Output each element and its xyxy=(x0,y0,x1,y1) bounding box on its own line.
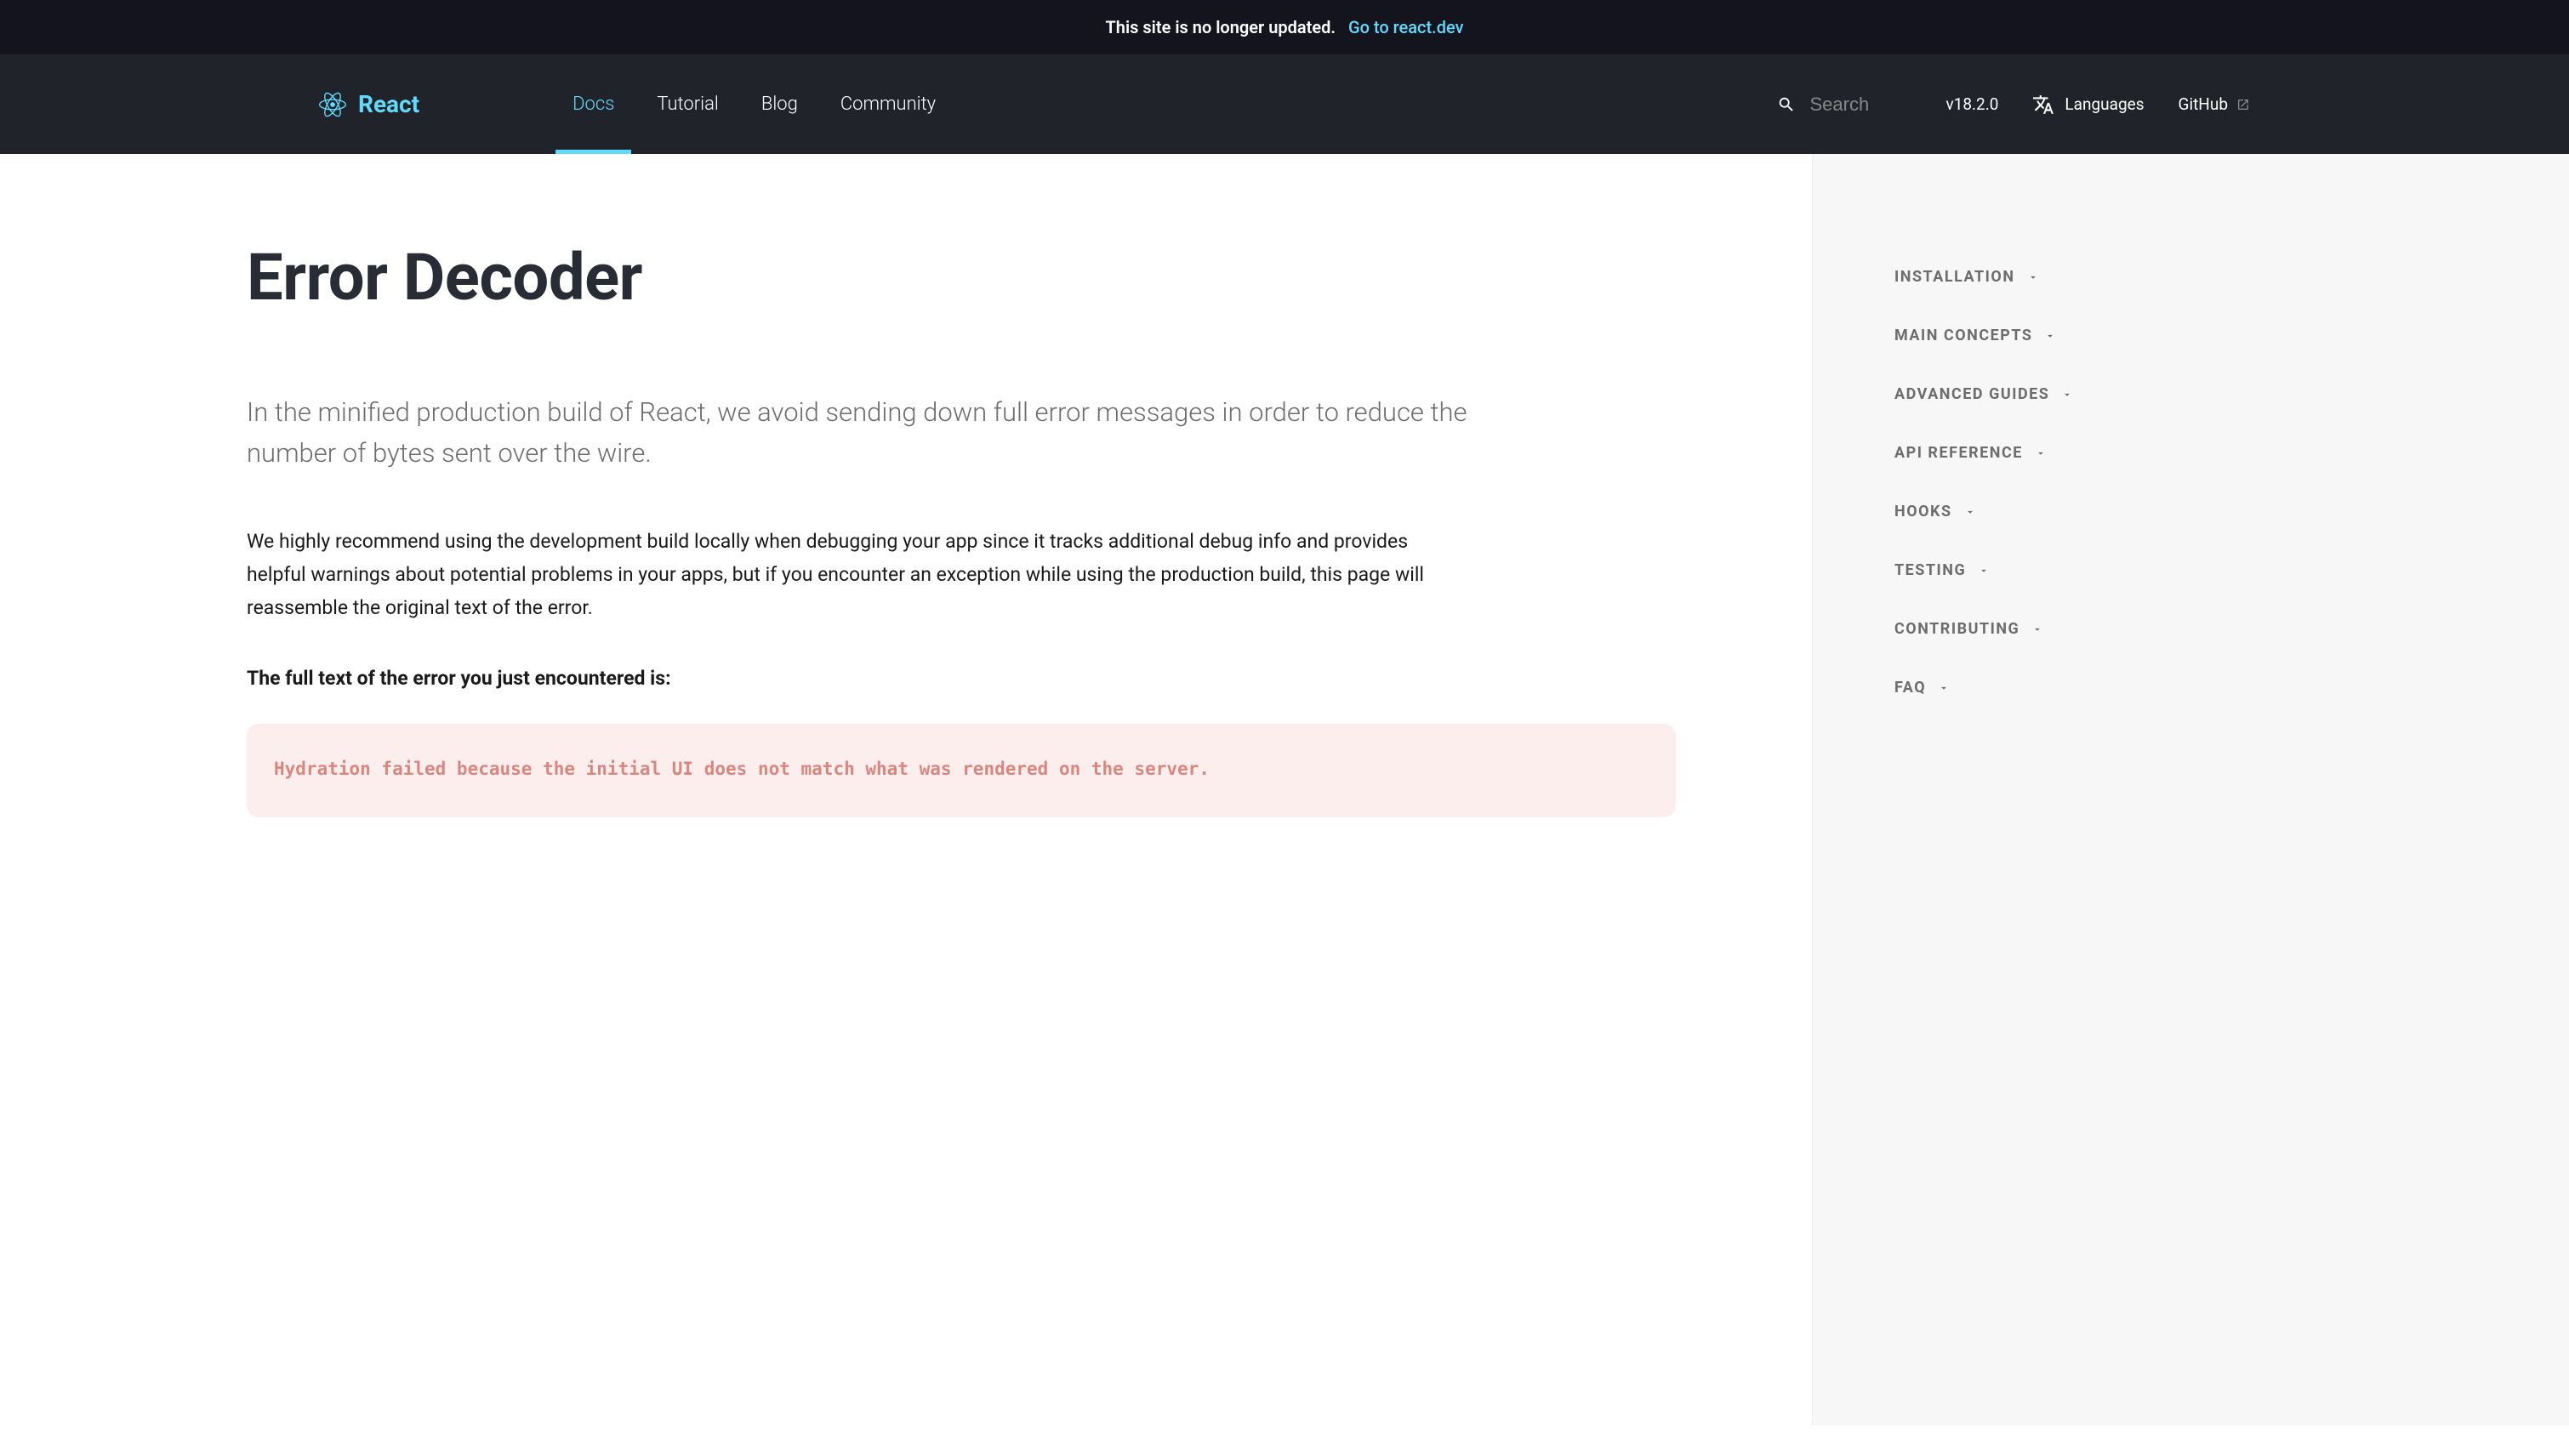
error-message-box: Hydration failed because the initial UI … xyxy=(247,724,1676,817)
logo-link[interactable]: React xyxy=(319,90,419,118)
logo-text: React xyxy=(358,90,419,118)
sidebar-item-testing[interactable]: Testing xyxy=(1894,541,2518,600)
announcement-text: This site is no longer updated. xyxy=(1105,17,1336,37)
sidebar-item-label: FAQ xyxy=(1894,679,1926,697)
error-message-text: Hydration failed because the initial UI … xyxy=(274,759,1210,779)
nav-tutorial[interactable]: Tutorial xyxy=(657,54,719,154)
sidebar-item-label: API Reference xyxy=(1894,444,2023,462)
languages-link[interactable]: Languages xyxy=(2032,94,2144,116)
chevron-down-icon xyxy=(1978,565,1990,577)
sidebar-item-label: Contributing xyxy=(1894,620,2019,638)
body-paragraph: We highly recommend using the developmen… xyxy=(247,525,1463,624)
sidebar-item-main-concepts[interactable]: Main Concepts xyxy=(1894,306,2518,365)
github-label: GitHub xyxy=(2179,94,2228,114)
nav-community[interactable]: Community xyxy=(840,54,936,154)
sidebar-item-label: Testing xyxy=(1894,561,1966,579)
chevron-down-icon xyxy=(1964,506,1976,518)
sidebar-item-advanced-guides[interactable]: Advanced Guides xyxy=(1894,365,2518,424)
chevron-down-icon xyxy=(2044,330,2056,342)
page-title: Error Decoder xyxy=(247,239,1744,316)
chevron-down-icon xyxy=(2035,447,2047,459)
main-content: Error Decoder In the minified production… xyxy=(0,154,1812,1425)
nav-docs[interactable]: Docs xyxy=(572,54,614,154)
search-input[interactable] xyxy=(1809,94,1911,116)
chevron-down-icon xyxy=(1938,682,1950,694)
sidebar-item-installation[interactable]: Installation xyxy=(1894,247,2518,306)
sidebar-item-contributing[interactable]: Contributing xyxy=(1894,600,2518,658)
sidebar-item-label: Hooks xyxy=(1894,503,1952,520)
react-logo-icon xyxy=(319,91,346,118)
announcement-banner: This site is no longer updated. Go to re… xyxy=(0,0,2569,54)
site-header: React Docs Tutorial Blog Community v18.2… xyxy=(0,54,2569,154)
sidebar-item-faq[interactable]: FAQ xyxy=(1894,658,2518,717)
nav-blog[interactable]: Blog xyxy=(761,54,798,154)
intro-paragraph: In the minified production build of Reac… xyxy=(247,392,1506,474)
sidebar-item-label: Advanced Guides xyxy=(1894,385,2049,403)
chevron-down-icon xyxy=(2031,623,2043,635)
page-layout: Error Decoder In the minified production… xyxy=(0,154,2569,1425)
chevron-down-icon xyxy=(2061,389,2073,401)
search-icon xyxy=(1777,95,1796,114)
sidebar-item-api-reference[interactable]: API Reference xyxy=(1894,424,2518,482)
translate-icon xyxy=(2032,94,2054,116)
announcement-link[interactable]: Go to react.dev xyxy=(1348,17,1464,37)
github-link[interactable]: GitHub xyxy=(2179,94,2250,114)
error-intro-label: The full text of the error you just enco… xyxy=(247,667,1744,690)
sidebar-item-label: Installation xyxy=(1894,268,2015,286)
version-label[interactable]: v18.2.0 xyxy=(1945,94,1998,114)
docs-sidebar: Installation Main Concepts Advanced Guid… xyxy=(1812,154,2569,1425)
sidebar-item-label: Main Concepts xyxy=(1894,327,2032,344)
search-box[interactable] xyxy=(1777,94,1911,116)
sidebar-item-hooks[interactable]: Hooks xyxy=(1894,482,2518,541)
chevron-down-icon xyxy=(2027,271,2039,283)
external-link-icon xyxy=(2236,98,2250,111)
primary-nav: Docs Tutorial Blog Community xyxy=(572,54,936,154)
languages-label: Languages xyxy=(2065,94,2144,114)
